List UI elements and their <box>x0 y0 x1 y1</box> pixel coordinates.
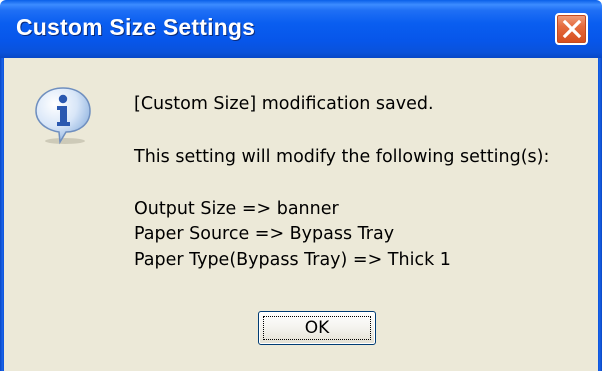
message-modify-notice: This setting will modify the following s… <box>134 147 550 167</box>
window-frame-right <box>598 58 602 371</box>
change-paper-type: Paper Type(Bypass Tray) => Thick 1 <box>134 250 451 270</box>
title-bar[interactable]: Custom Size Settings <box>0 0 602 58</box>
dialog-window: Custom Size Settings [Custom Size] modif… <box>0 0 602 371</box>
change-paper-source: Paper Source => Bypass Tray <box>134 224 395 244</box>
ok-button[interactable]: OK <box>258 311 376 345</box>
info-icon <box>35 87 91 145</box>
close-button[interactable] <box>555 13 588 45</box>
message-saved: [Custom Size] modification saved. <box>134 94 434 114</box>
window-title: Custom Size Settings <box>16 14 256 40</box>
ok-button-label: OK <box>263 316 371 340</box>
change-output-size: Output Size => banner <box>134 199 339 219</box>
close-icon <box>562 19 582 39</box>
